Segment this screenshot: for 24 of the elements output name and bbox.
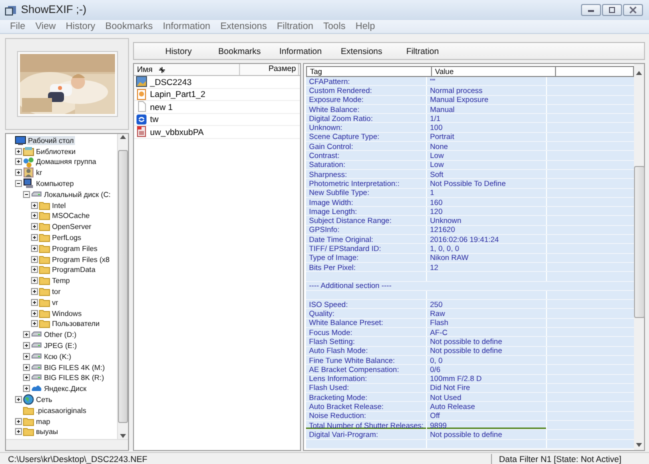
menu-item[interactable]: History bbox=[60, 21, 100, 32]
menu-item[interactable]: Information bbox=[158, 21, 216, 32]
file-name[interactable]: new 1 bbox=[150, 102, 173, 112]
menu-item[interactable]: View bbox=[30, 21, 61, 32]
column-header[interactable]: Размер bbox=[240, 64, 299, 75]
file-name[interactable]: tw bbox=[150, 114, 158, 124]
window-title: ShowEXIF ;-) bbox=[21, 4, 88, 16]
toolbar-button[interactable]: Filtration bbox=[392, 46, 453, 56]
menu-item[interactable]: Filtration bbox=[272, 21, 318, 32]
file-path: C:\Users\kr\Desktop\_DSC2243.NEF bbox=[7, 454, 148, 464]
filter-status: Data Filter N1 [State: Not Active] bbox=[491, 454, 649, 464]
column-header[interactable]: Имя bbox=[137, 65, 153, 74]
toolbar-button[interactable]: Bookmarks bbox=[209, 46, 270, 56]
menu-item[interactable]: Bookmarks bbox=[100, 21, 158, 32]
toolbar-button[interactable]: History bbox=[148, 46, 209, 56]
toolbar-button[interactable]: Extensions bbox=[331, 46, 392, 56]
menu-item[interactable]: Extensions bbox=[215, 21, 272, 32]
menu-item[interactable]: Help bbox=[350, 21, 380, 32]
file-name[interactable]: Lapin_Part1_2 bbox=[150, 89, 206, 100]
menu-item[interactable]: Tools bbox=[318, 21, 350, 32]
file-name[interactable]: _DSC2243 bbox=[150, 76, 192, 87]
menu-item[interactable]: File bbox=[5, 21, 30, 32]
toolbar-button[interactable]: Information bbox=[270, 46, 331, 56]
file-name[interactable]: uw_vbbxubPA bbox=[150, 126, 204, 137]
